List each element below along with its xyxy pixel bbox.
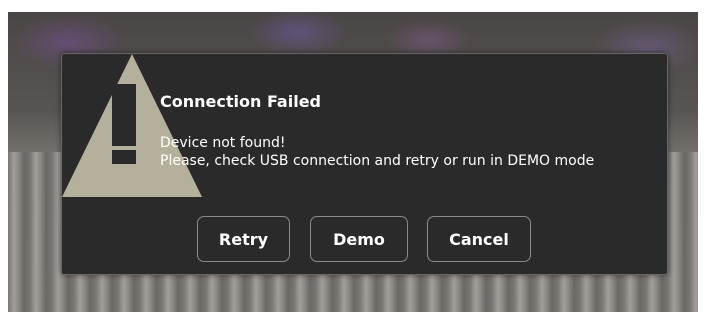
cancel-button[interactable]: Cancel	[427, 216, 531, 262]
message-line-2: Please, check USB connection and retry o…	[160, 153, 595, 169]
dialog-title: Connection Failed	[160, 92, 321, 111]
demo-button[interactable]: Demo	[310, 216, 408, 262]
message-line-1: Device not found!	[160, 135, 286, 151]
retry-button[interactable]: Retry	[197, 216, 290, 262]
warning-icon	[62, 54, 202, 197]
dialog-message: Device not found! Please, check USB conn…	[160, 134, 640, 170]
connection-failed-dialog: Connection Failed Device not found! Plea…	[61, 53, 668, 275]
